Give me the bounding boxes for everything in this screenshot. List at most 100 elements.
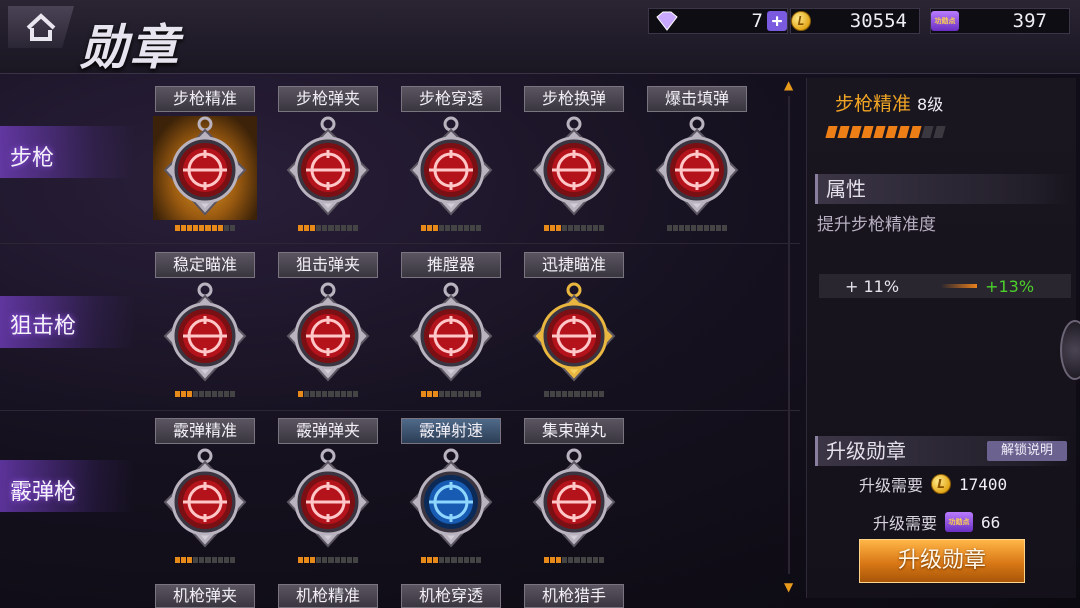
level-pip bbox=[562, 557, 568, 563]
home-button[interactable] bbox=[8, 6, 74, 48]
level-pip bbox=[586, 391, 592, 397]
crit-reload-icon bbox=[645, 116, 749, 220]
level-pip bbox=[427, 391, 433, 397]
level-pip bbox=[346, 225, 352, 231]
category-rifle[interactable]: 步枪 bbox=[10, 140, 54, 172]
medal-name[interactable]: 机枪猎手 bbox=[524, 584, 624, 608]
bolt-action-icon bbox=[399, 282, 503, 386]
level-pip bbox=[328, 557, 334, 563]
category-sniper[interactable]: 狙击枪 bbox=[10, 308, 76, 340]
level-pip bbox=[849, 126, 862, 138]
level-pip bbox=[298, 225, 304, 231]
magazine-icon bbox=[276, 282, 380, 386]
coin-requirement: 升级需要 L 17400 bbox=[859, 472, 1007, 496]
level-pip bbox=[229, 557, 235, 563]
shotgun-crosshair-icon bbox=[153, 448, 257, 552]
coin-counter: L 30554 bbox=[790, 8, 920, 34]
attribute-description: 提升步枪精准度 bbox=[817, 215, 936, 235]
medal-card[interactable]: 霰弹精准 bbox=[150, 418, 260, 568]
rifle-crosshair-icon bbox=[153, 116, 257, 220]
level-pip bbox=[298, 391, 304, 397]
medal-level-bar bbox=[175, 557, 235, 563]
medal-card[interactable]: 狙击弹夹 bbox=[273, 252, 383, 402]
magazine-icon bbox=[276, 116, 380, 220]
level-pip bbox=[181, 391, 187, 397]
level-pip bbox=[544, 391, 550, 397]
level-pip bbox=[685, 225, 691, 231]
selected-medal-name: 步枪精准 8级 bbox=[835, 89, 943, 116]
level-pip bbox=[679, 225, 685, 231]
level-pip bbox=[223, 391, 229, 397]
level-pip bbox=[873, 126, 886, 138]
level-pip bbox=[304, 225, 310, 231]
medal-name: 霰弹弹夹 bbox=[278, 418, 378, 444]
crossed-guns-icon bbox=[399, 448, 503, 552]
level-pip bbox=[598, 391, 604, 397]
level-pip bbox=[304, 557, 310, 563]
level-pip bbox=[193, 225, 199, 231]
medal-card[interactable]: 步枪换弹 bbox=[519, 86, 629, 236]
level-pip bbox=[586, 225, 592, 231]
medal-card[interactable]: 迅捷瞄准 bbox=[519, 252, 629, 402]
level-pip bbox=[187, 225, 193, 231]
upgrade-medal-button[interactable]: 升级勋章 bbox=[859, 539, 1025, 583]
medal-name[interactable]: 机枪精准 bbox=[278, 584, 378, 608]
level-pip bbox=[421, 225, 427, 231]
level-pip bbox=[217, 391, 223, 397]
medal-card[interactable]: 霰弹弹夹 bbox=[273, 418, 383, 568]
level-pip bbox=[211, 557, 217, 563]
medal-name: 推膛器 bbox=[401, 252, 501, 278]
add-gem-button[interactable]: + bbox=[767, 11, 787, 32]
medal-name[interactable]: 机枪穿透 bbox=[401, 584, 501, 608]
medal-card[interactable]: 稳定瞄准 bbox=[150, 252, 260, 402]
medal-card[interactable]: 推膛器 bbox=[396, 252, 506, 402]
level-pip bbox=[310, 391, 316, 397]
req-label: 升级需要 bbox=[873, 514, 938, 533]
level-pip bbox=[304, 391, 310, 397]
row-divider bbox=[0, 243, 800, 244]
medal-card[interactable]: 霰弹射速 bbox=[396, 418, 506, 568]
unlock-info-button[interactable]: 解锁说明 bbox=[987, 441, 1067, 461]
level-pip bbox=[229, 391, 235, 397]
scrollbar[interactable] bbox=[788, 96, 790, 574]
level-pip bbox=[445, 557, 451, 563]
steady-aim-icon bbox=[153, 282, 257, 386]
scroll-up-arrow[interactable]: ▲ bbox=[784, 79, 796, 91]
level-pip bbox=[592, 557, 598, 563]
arrow-right-icon bbox=[941, 284, 978, 288]
level-pip bbox=[346, 391, 352, 397]
level-pip bbox=[175, 557, 181, 563]
quick-scope-icon bbox=[522, 282, 626, 386]
medal-name[interactable]: 机枪弹夹 bbox=[155, 584, 255, 608]
level-pip bbox=[921, 126, 934, 138]
req-coins: 17400 bbox=[959, 474, 1008, 494]
scroll-down-arrow[interactable]: ▼ bbox=[784, 581, 796, 593]
category-shotgun[interactable]: 霰弹枪 bbox=[10, 474, 76, 506]
level-pip bbox=[586, 557, 592, 563]
medal-card[interactable]: 步枪弹夹 bbox=[273, 86, 383, 236]
coin-count: 30554 bbox=[849, 10, 907, 32]
medal-card[interactable]: 步枪精准 bbox=[150, 86, 260, 236]
level-pip bbox=[580, 391, 586, 397]
gem-count: 7 bbox=[751, 10, 763, 32]
level-pip bbox=[562, 391, 568, 397]
level-pip bbox=[556, 225, 562, 231]
level-pip bbox=[703, 225, 709, 231]
level-pip bbox=[475, 225, 481, 231]
level-pip bbox=[568, 225, 574, 231]
medal-level-bar bbox=[544, 557, 604, 563]
level-pip bbox=[568, 557, 574, 563]
level-pip bbox=[340, 557, 346, 563]
medal-level-bar bbox=[298, 557, 358, 563]
level-pip bbox=[328, 391, 334, 397]
medal-card[interactable]: 集束弹丸 bbox=[519, 418, 629, 568]
level-pip bbox=[223, 557, 229, 563]
medal-name: 步枪弹夹 bbox=[278, 86, 378, 112]
medal-level-bar bbox=[421, 225, 481, 231]
level-pip bbox=[909, 126, 922, 138]
medal-card[interactable]: 步枪穿透 bbox=[396, 86, 506, 236]
level-pip bbox=[340, 391, 346, 397]
medal-card[interactable]: 爆击填弹 bbox=[642, 86, 752, 236]
medal-level-bar bbox=[667, 225, 727, 231]
medal-screen: 勋章 7 + L 30554 功勋点 397 步枪 狙击枪 霰弹枪 步枪精准 步… bbox=[0, 0, 1080, 608]
